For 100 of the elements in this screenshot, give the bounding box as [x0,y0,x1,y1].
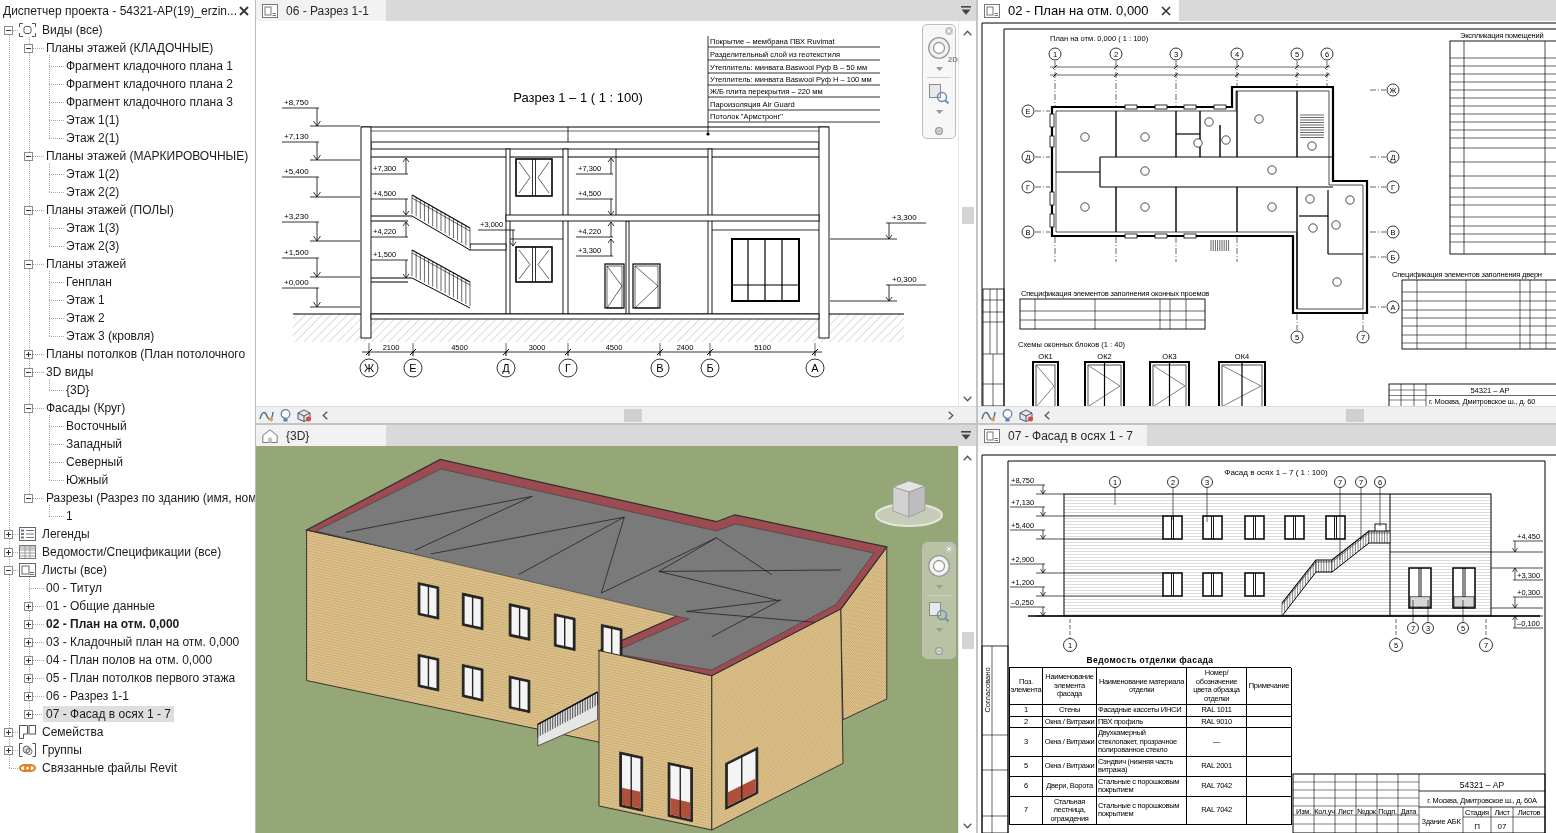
chevron-left-icon[interactable] [1044,410,1050,420]
view-tab[interactable]: 07 - Фасад в осях 1 - 7 [978,425,1148,446]
tree-item[interactable]: Листы (все) [39,562,110,578]
chevron-up-icon[interactable] [963,455,972,461]
scrollbar-thumb[interactable] [961,207,974,224]
tree-item[interactable]: Связанные файлы Revit [39,760,181,776]
window [461,592,484,631]
tree-item[interactable]: Планы этажей [43,256,130,272]
plus-box-icon[interactable] [24,349,33,359]
tree-item[interactable]: Легенды [39,526,93,542]
tree-item[interactable]: 00 - Титул [43,580,105,596]
tree-item[interactable]: 02 - План на отм. 0,000 [43,616,183,632]
zoom-icon[interactable] [929,84,949,104]
tree-item[interactable]: Фрагмент кладочного плана 2 [63,76,236,92]
minus-box-icon[interactable] [4,565,13,575]
minus-box-icon[interactable] [24,43,33,53]
scrollbar-thumb[interactable] [624,408,642,422]
lightbulb-icon[interactable] [280,408,291,422]
cube-icon[interactable] [1019,408,1034,422]
tree-item[interactable]: Планы этажей (МАРКИРОВОЧНЫЕ) [43,148,252,164]
tree-item[interactable]: Этаж 3 (кровля) [63,328,158,344]
zoom-icon[interactable] [929,602,949,622]
close-icon[interactable] [239,5,249,16]
tree-item[interactable]: Разрезы (Разрез по зданию (имя, ном [43,490,255,506]
tree-item[interactable]: Фрагмент кладочного плана 3 [63,94,236,110]
chevron-down-icon[interactable] [963,396,972,402]
caret-down-icon[interactable] [961,431,971,440]
tree-item[interactable]: 03 - Кладочный план на отм. 0,000 [43,634,243,650]
plus-box-icon[interactable] [24,655,33,665]
vertical-scrollbar[interactable] [958,21,976,406]
tree-item[interactable]: 1 [63,508,76,524]
table-title: Ведомость отделки фасада [1086,655,1214,667]
tree-item[interactable]: Семейства [39,724,107,740]
plus-box-icon[interactable] [24,691,33,701]
tree-item[interactable]: Фрагмент кладочного плана 1 [63,58,236,74]
tree-item[interactable]: Виды (все) [39,22,106,38]
plus-box-icon[interactable] [4,529,13,539]
tree-item[interactable]: Этаж 2(1) [63,130,123,146]
minus-box-icon[interactable] [24,205,33,215]
scrollbar-thumb[interactable] [961,632,974,649]
tree-item[interactable]: Западный [63,436,126,452]
tree-item[interactable]: 05 - План потолков первого этажа [43,670,239,686]
room-tag [1140,202,1150,212]
window [725,746,759,810]
axis-line [1369,186,1387,188]
minus-box-icon[interactable] [24,493,33,503]
chevron-right-icon[interactable] [948,410,954,420]
tree-item[interactable]: Этаж 1(3) [63,220,123,236]
tree-item[interactable]: Фасады (Круг) [43,400,129,416]
view-tab[interactable]: 02 - План на отм. 0,000 [978,0,1179,21]
vertical-scrollbar[interactable] [958,446,976,833]
minus-box-icon[interactable] [24,151,33,161]
tree-item[interactable]: 04 - План полов на отм. 0,000 [43,652,216,668]
tree-item[interactable]: Ведомости/Спецификации (все) [39,544,225,560]
circle-icon[interactable] [935,127,943,135]
minus-box-icon[interactable] [24,403,33,413]
lightbulb-icon[interactable] [1002,408,1013,422]
tree-item[interactable]: Этаж 2(3) [63,238,123,254]
tree-item[interactable]: 07 - Фасад в осях 1 - 7 [43,706,175,722]
close-icon[interactable] [1160,5,1171,16]
tree-item[interactable]: 06 - Разрез 1-1 [43,688,132,704]
tree-item[interactable]: Южный [63,472,112,488]
tree-item[interactable]: Этаж 1(2) [63,166,123,182]
wheel-icon[interactable] [928,37,950,59]
tree-item[interactable]: Планы потолков (План потолочного [43,346,249,362]
chevron-up-icon[interactable] [963,30,972,36]
plus-box-icon[interactable] [4,547,13,557]
window [1202,572,1223,597]
level-marker [370,221,410,238]
chevron-left-icon[interactable] [322,410,328,420]
tree-item[interactable]: Генплан [63,274,115,290]
tree-item[interactable]: {3D} [63,382,93,398]
minus-box-icon[interactable] [24,259,33,269]
plus-box-icon[interactable] [24,673,33,683]
plus-box-icon[interactable] [24,637,33,647]
chevron-down-icon[interactable] [963,823,972,829]
tree-item[interactable]: Планы этажей (ПОЛЫ) [43,202,177,218]
plus-box-icon[interactable] [4,745,13,755]
tree-item[interactable]: Группы [39,742,85,758]
tree-item[interactable]: 01 - Общие данные [43,598,159,614]
tree-item[interactable]: Этаж 1(1) [63,112,123,128]
view-tab[interactable]: 06 - Разрез 1-1 [256,0,386,21]
plus-box-icon[interactable] [24,601,33,611]
view-tab[interactable]: {3D} [256,425,386,446]
tree-item[interactable]: Этаж 2(2) [63,184,123,200]
tree-item[interactable]: Северный [63,454,126,470]
tree-item[interactable]: Планы этажей (КЛАДОЧНЫЕ) [43,40,217,56]
wheel-icon[interactable] [928,555,950,577]
tree-item[interactable]: Восточный [63,418,130,434]
tree-item[interactable]: Этаж 2 [63,310,108,326]
tree-item[interactable]: 3D виды [43,364,97,380]
scrollbar-thumb[interactable] [1346,408,1364,422]
cube-icon[interactable] [297,408,312,422]
minus-box-icon[interactable] [4,25,13,35]
caret-down-icon[interactable] [961,6,971,15]
plus-box-icon[interactable] [4,727,13,737]
plus-box-icon[interactable] [24,709,33,719]
plus-box-icon[interactable] [24,619,33,629]
tree-item[interactable]: Этаж 1 [63,292,108,308]
minus-box-icon[interactable] [24,367,33,377]
